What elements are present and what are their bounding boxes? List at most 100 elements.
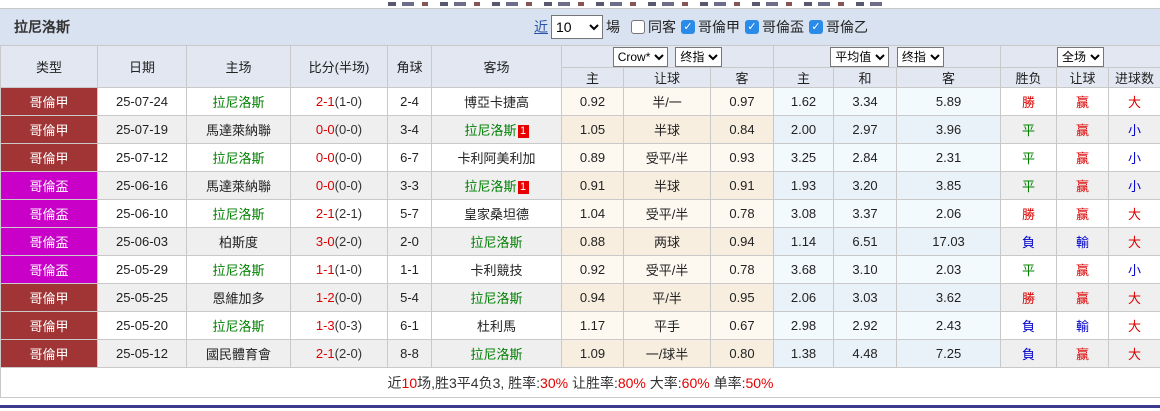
match-date: 25-07-19: [97, 115, 187, 144]
fulltime-score: 1-3: [315, 318, 335, 333]
halftime-score: (0-0): [334, 150, 363, 165]
europe-home-odds: 1.38: [773, 339, 835, 368]
home-team: 馬達萊納聯: [186, 171, 291, 200]
handicap-result: 赢: [1056, 199, 1110, 228]
europe-draw-odds: 3.20: [833, 171, 898, 200]
corner-score: 8-8: [387, 339, 432, 368]
checkbox-label: 哥倫盃: [762, 19, 804, 36]
corner-score: 2-4: [387, 87, 432, 116]
handicap-result: 輸: [1056, 311, 1110, 340]
halftime-score: (1-0): [334, 262, 363, 277]
col-header-date: 日期: [97, 45, 187, 88]
table-row: 哥倫甲 25-05-20 拉尼洛斯 1-3(0-3) 6-1 杜利馬 1.17 …: [0, 311, 1160, 340]
asian-away-odds: 0.93: [709, 143, 775, 172]
halftime-score: (1-0): [334, 94, 363, 109]
fulltime-score: 2-1: [315, 94, 335, 109]
halftime-score: (2-0): [334, 346, 363, 361]
halftime-score: (0-0): [334, 290, 363, 305]
match-table-body: 哥倫甲 25-07-24 拉尼洛斯 2-1(1-0) 2-4 博亞卡捷高 0.9…: [0, 87, 1160, 368]
match-history-table: 类型 日期 主场 比分(半场) 角球 客场 Crow* 终指 平均值 终指 全场: [0, 45, 1160, 398]
goals-result: 大: [1108, 283, 1160, 312]
league-filter-checkbox-2[interactable]: ✓ 哥倫乙: [809, 17, 868, 37]
europe-draw-odds: 2.92: [833, 311, 898, 340]
corner-score: 5-4: [387, 283, 432, 312]
halftime-score: (2-0): [334, 234, 363, 249]
league-badge: 哥倫盃: [0, 227, 98, 256]
corner-score: 6-7: [387, 143, 432, 172]
handicap-line: 半/一: [623, 87, 711, 116]
score-cell: 2-1(1-0): [290, 87, 388, 116]
match-history-panel: 拉尼洛斯 近 10 場 同客 ✓ 哥倫甲 ✓ 哥倫盃 ✓ 哥倫乙 类型 日期 主场 比分(…: [0, 0, 1160, 408]
europe-away-odds: 3.96: [896, 115, 1002, 144]
fulltime-score: 0-0: [315, 122, 335, 137]
home-team: 拉尼洛斯: [186, 199, 291, 228]
home-team: 拉尼洛斯: [186, 255, 291, 284]
wdl-result: 負: [1000, 339, 1058, 368]
goals-result: 小: [1108, 171, 1160, 200]
league-badge: 哥倫甲: [0, 87, 98, 116]
table-row: 哥倫盃 25-05-29 拉尼洛斯 1-1(1-0) 1-1 卡利競技 0.92…: [0, 255, 1160, 284]
handicap-result: 赢: [1056, 87, 1110, 116]
checkbox-label: 哥倫甲: [698, 19, 740, 36]
europe-odds-time-select[interactable]: 终指: [896, 46, 944, 67]
match-date: 25-07-24: [97, 87, 187, 116]
page-title: 拉尼洛斯: [14, 19, 70, 35]
away-team: 拉尼洛斯: [431, 283, 562, 312]
col-header-home: 主场: [186, 45, 291, 88]
asian-home-odds: 1.09: [561, 339, 624, 368]
asian-away-odds: 0.80: [709, 339, 775, 368]
europe-odds-source-select[interactable]: 平均值: [830, 46, 890, 67]
europe-away-odds: 5.89: [896, 87, 1002, 116]
asian-home-odds: 0.91: [561, 171, 624, 200]
score-cell: 0-0(0-0): [290, 143, 388, 172]
match-date: 25-05-20: [97, 311, 187, 340]
league-badge: 哥倫盃: [0, 255, 98, 284]
europe-draw-odds: 3.37: [833, 199, 898, 228]
handicap-result: 赢: [1056, 143, 1110, 172]
home-team: 拉尼洛斯: [186, 311, 291, 340]
subheader-goals-result: 进球数: [1108, 67, 1160, 88]
corner-score: 6-1: [387, 311, 432, 340]
same-away-checkbox[interactable]: 同客: [631, 17, 676, 37]
unchecked-checkbox-icon: [631, 20, 645, 34]
away-redcard-badge: 1: [517, 181, 529, 194]
handicap-result: 赢: [1056, 283, 1110, 312]
fulltime-score: 3-0: [315, 234, 335, 249]
scope-select[interactable]: 全场: [1057, 46, 1105, 67]
asian-home-odds: 0.92: [561, 87, 624, 116]
asian-away-odds: 0.95: [709, 283, 775, 312]
wdl-result: 平: [1000, 115, 1058, 144]
europe-away-odds: 2.06: [896, 199, 1002, 228]
away-team: 拉尼洛斯 1: [431, 115, 562, 144]
wdl-result: 平: [1000, 143, 1058, 172]
match-date: 25-05-12: [97, 339, 187, 368]
header-select-row: 类型 日期 主场 比分(半场) 角球 客场 Crow* 终指 平均值 终指 全场: [0, 45, 1160, 88]
halftime-score: (0-0): [334, 178, 363, 193]
europe-home-odds: 3.68: [773, 255, 835, 284]
subheader-handicap: 让球: [623, 67, 711, 88]
handicap-line: 一/球半: [623, 339, 711, 368]
wdl-result: 負: [1000, 311, 1058, 340]
recent-count-select[interactable]: 10: [551, 15, 603, 39]
asian-away-odds: 0.67: [709, 311, 775, 340]
away-team: 皇家桑坦德: [431, 199, 562, 228]
league-filter-checkbox-1[interactable]: ✓ 哥倫盃: [745, 17, 804, 37]
wdl-result: 勝: [1000, 199, 1058, 228]
recent-label: 近: [534, 19, 548, 35]
table-row: 哥倫甲 25-07-12 拉尼洛斯 0-0(0-0) 6-7 卡利阿美利加 0.…: [0, 143, 1160, 172]
away-team: 卡利阿美利加: [431, 143, 562, 172]
score-cell: 2-1(2-0): [290, 339, 388, 368]
bottom-accent-line: [0, 405, 1160, 408]
europe-home-odds: 1.14: [773, 227, 835, 256]
halftime-score: (2-1): [334, 206, 363, 221]
league-filter-checkbox-0[interactable]: ✓ 哥倫甲: [681, 17, 740, 37]
europe-home-odds: 3.08: [773, 199, 835, 228]
asian-odds-time-select[interactable]: 终指: [675, 46, 723, 67]
corner-score: 3-3: [387, 171, 432, 200]
checkbox-label: 哥倫乙: [826, 19, 868, 36]
europe-away-odds: 3.62: [896, 283, 1002, 312]
table-row: 哥倫甲 25-05-12 國民體育會 2-1(2-0) 8-8 拉尼洛斯 1.0…: [0, 339, 1160, 368]
asian-odds-source-select[interactable]: Crow*: [612, 46, 668, 67]
same-away-checkbox-slot: 同客: [626, 17, 676, 37]
away-team: 卡利競技: [431, 255, 562, 284]
